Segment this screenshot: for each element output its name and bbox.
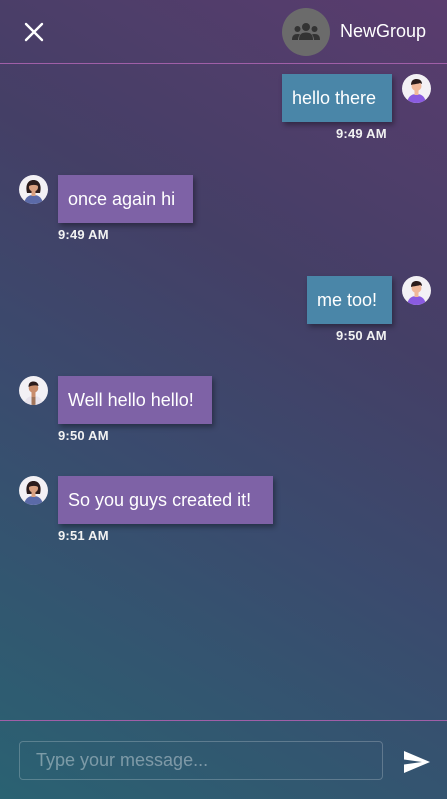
message-time: 9:50 AM — [58, 428, 109, 443]
message-time: 9:51 AM — [58, 528, 109, 543]
male-avatar-icon — [407, 281, 426, 305]
footer-divider — [0, 720, 447, 721]
message-list[interactable]: hello there 9:49 AM once again hi 9:49 A… — [0, 64, 447, 720]
message-input[interactable] — [19, 741, 383, 780]
chat-header: NewGroup — [0, 0, 447, 63]
group-name[interactable]: NewGroup — [340, 20, 426, 42]
message-bubble-incoming[interactable]: So you guys created it! — [58, 476, 273, 524]
send-button[interactable] — [400, 746, 434, 778]
group-people-icon — [292, 23, 320, 40]
message-bubble-incoming[interactable]: Well hello hello! — [58, 376, 212, 424]
avatar — [19, 476, 48, 505]
close-button[interactable] — [18, 16, 50, 48]
message-text: once again hi — [68, 188, 176, 209]
chat-window: NewGroup hello there 9:49 AM once again … — [0, 0, 447, 799]
message-bubble-incoming[interactable]: once again hi — [58, 175, 193, 223]
male-avatar-icon — [407, 79, 426, 103]
message-text: me too! — [317, 289, 378, 310]
avatar — [19, 376, 48, 405]
send-icon — [404, 751, 430, 773]
message-text: So you guys created it! — [68, 489, 252, 510]
message-time: 9:49 AM — [58, 227, 109, 242]
message-time: 9:49 AM — [336, 126, 387, 141]
female-avatar-icon — [24, 481, 43, 505]
female-avatar-icon — [24, 180, 43, 204]
message-text: hello there — [292, 87, 377, 108]
message-text: Well hello hello! — [68, 389, 194, 410]
message-time: 9:50 AM — [336, 328, 387, 343]
close-icon — [24, 22, 44, 42]
message-bubble-outgoing[interactable]: hello there — [282, 74, 392, 122]
male-avatar-icon — [24, 381, 43, 405]
avatar — [19, 175, 48, 204]
avatar — [402, 74, 431, 103]
group-avatar[interactable] — [282, 8, 330, 56]
avatar — [402, 276, 431, 305]
message-bubble-outgoing[interactable]: me too! — [307, 276, 392, 324]
